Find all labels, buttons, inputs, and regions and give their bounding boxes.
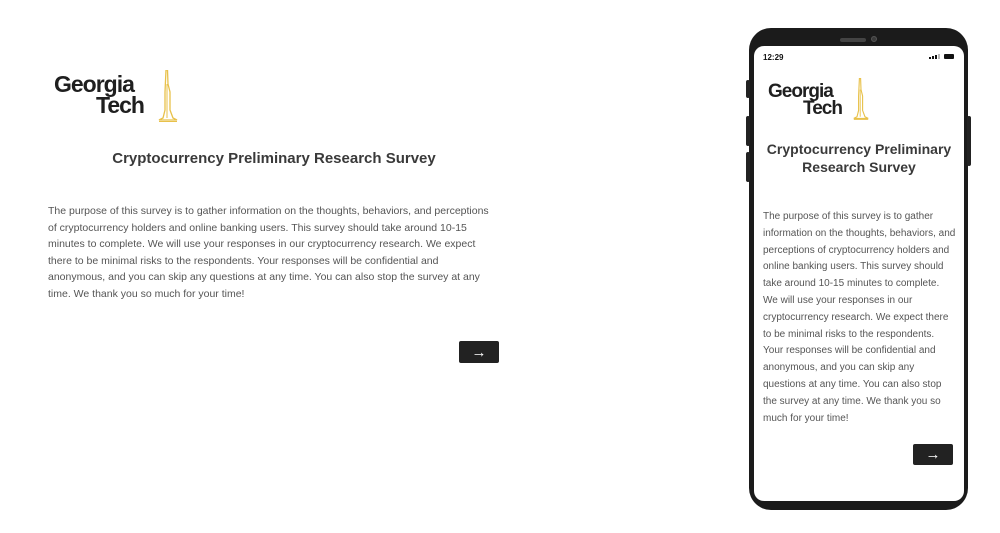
next-button[interactable]: → [913, 444, 953, 465]
status-time: 12:29 [763, 53, 784, 62]
next-button[interactable]: → [459, 341, 499, 363]
logo-line-2: Tech [803, 98, 843, 120]
page-title: Cryptocurrency Preliminary Research Surv… [766, 141, 952, 175]
phone-speaker [840, 38, 866, 42]
status-icons [929, 54, 954, 59]
battery-icon [944, 54, 954, 59]
mobile-screen: 12:29 Georgia Tech Cryptocurrency Prelim… [754, 46, 964, 501]
phone-volume-up-button [746, 116, 750, 146]
georgia-tech-logo: Georgia Tech [54, 70, 184, 124]
tower-icon [158, 70, 178, 122]
signal-icon [929, 54, 940, 59]
phone-volume-down-button [746, 152, 750, 182]
page-title: Cryptocurrency Preliminary Research Surv… [112, 150, 436, 167]
desktop-preview: Georgia Tech Cryptocurrency Preliminary … [0, 0, 740, 533]
intro-text: The purpose of this survey is to gather … [48, 205, 489, 300]
phone-side-button [746, 80, 750, 98]
phone-power-button [967, 116, 971, 166]
georgia-tech-logo: Georgia Tech [768, 78, 878, 124]
logo-line-2: Tech [96, 92, 145, 119]
tower-icon [853, 78, 869, 121]
camera-icon [871, 36, 877, 42]
intro-text: The purpose of this survey is to gather … [763, 211, 956, 424]
